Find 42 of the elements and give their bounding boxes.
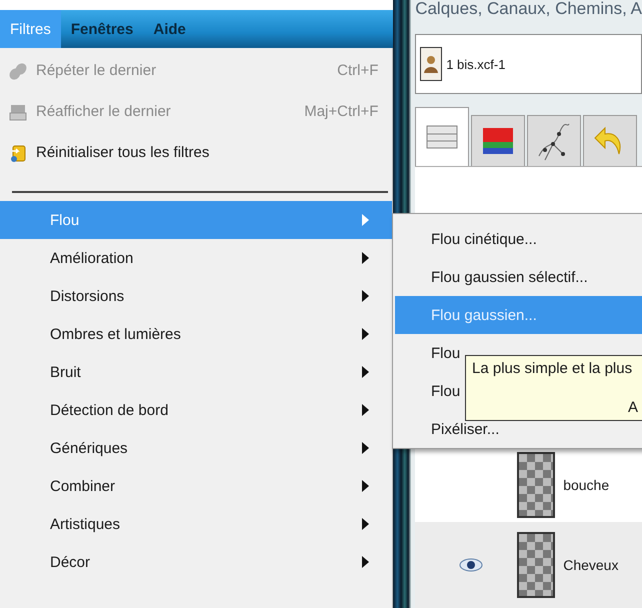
menu-item[interactable]: Réinitialiser tous les filtres: [0, 132, 392, 173]
submenu-arrow-icon: [362, 480, 370, 492]
submenu-item[interactable]: Flou gaussien sélectif...: [393, 258, 642, 296]
submenu-arrow-icon: [362, 290, 370, 302]
link-icon: [9, 62, 27, 80]
panel-title: Calques, Canaux, Chemins, A: [415, 0, 642, 20]
panel-tab[interactable]: [527, 115, 582, 166]
submenu-arrow-icon: [362, 366, 370, 378]
eye-icon: [459, 558, 484, 572]
menu-item[interactable]: Artistiques: [0, 505, 392, 543]
panel-tab[interactable]: [471, 115, 526, 166]
submenu-arrow-icon: [362, 252, 370, 264]
submenu-arrow-icon: [362, 442, 370, 454]
menu-item[interactable]: Détection de bord: [0, 391, 392, 429]
menu-item[interactable]: Bruit: [0, 353, 392, 391]
layer-thumbnail: [517, 532, 556, 598]
tooltip-text: A: [628, 399, 638, 416]
panel-tab[interactable]: [415, 107, 470, 166]
menu-item[interactable]: Distorsions: [0, 277, 392, 315]
reset-icon: [9, 144, 27, 162]
layer-name: Cheveux: [563, 557, 618, 573]
submenu-arrow-icon: [362, 214, 370, 226]
submenu-arrow-icon: [362, 556, 370, 568]
image-thumbnail-icon: [420, 47, 442, 81]
menu-item[interactable]: Combiner: [0, 467, 392, 505]
menu-item[interactable]: Ombres et lumières: [0, 315, 392, 353]
submenu-item[interactable]: Flou cinétique...: [393, 220, 642, 258]
menu[interactable]: Aide: [143, 10, 196, 48]
menu-item[interactable]: Amélioration: [0, 239, 392, 277]
layer-row[interactable]: Cheveux: [415, 522, 642, 608]
layer-row[interactable]: bouche: [415, 448, 642, 522]
layer-name: bouche: [563, 477, 610, 493]
submenu-arrow-icon: [362, 404, 370, 416]
menu-item[interactable]: Génériques: [0, 429, 392, 467]
menu-item[interactable]: Décor: [0, 543, 392, 581]
tooltip-text: La plus simple et la plus: [472, 360, 634, 377]
film-box-icon: [9, 102, 27, 120]
image-selector[interactable]: 1 bis.xcf-1: [415, 34, 642, 94]
submenu-arrow-icon: [362, 518, 370, 530]
layer-thumbnail: [517, 452, 556, 518]
menu[interactable]: Fenêtres: [60, 10, 144, 48]
submenu-arrow-icon: [362, 328, 370, 340]
